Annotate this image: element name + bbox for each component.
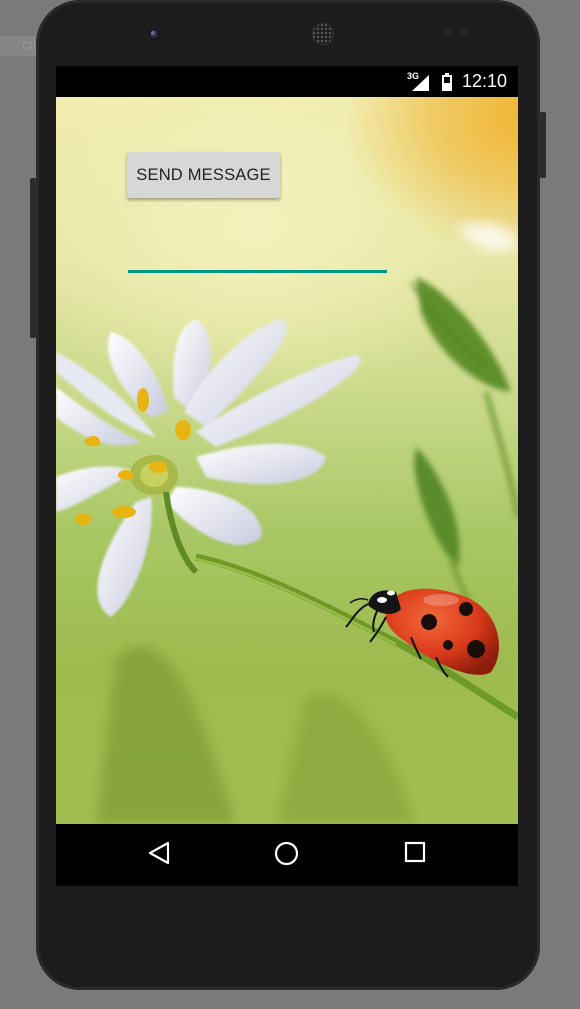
front-camera-icon [148, 28, 160, 40]
status-clock: 12:10 [462, 71, 508, 91]
signal-icon [412, 75, 429, 91]
navigation-bar [56, 824, 518, 886]
app-content: SEND MESSAGE [56, 97, 518, 824]
status-bar: 3G 12:10 [56, 66, 518, 97]
power-button[interactable] [540, 112, 546, 178]
flower-ladybug-wallpaper [56, 223, 518, 824]
speaker-grille-icon [312, 23, 334, 45]
sensor-icon [444, 28, 453, 37]
battery-icon [442, 73, 452, 91]
back-icon[interactable] [148, 841, 170, 865]
device-screen: 3G 12:10 SEND MESSAGE [56, 66, 518, 886]
message-input[interactable] [128, 239, 387, 273]
recents-icon[interactable] [404, 841, 426, 863]
send-message-button[interactable]: SEND MESSAGE [127, 152, 280, 198]
sensor-icon [460, 28, 469, 37]
home-icon[interactable] [274, 841, 299, 866]
